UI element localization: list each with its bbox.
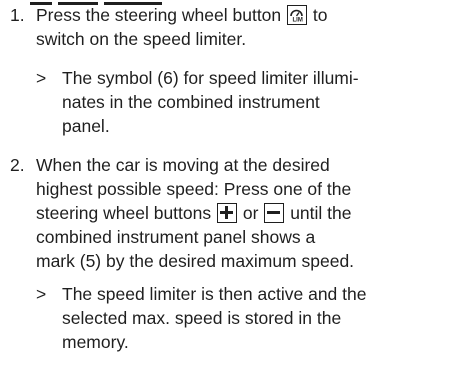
step-text-segment: to xyxy=(312,5,328,25)
step-text-segment: until the xyxy=(290,203,352,223)
svg-text:LIM: LIM xyxy=(293,18,303,24)
step-line: highest possible speed: Press one of the xyxy=(36,179,352,199)
step-line: mark (5) by the desired maximum speed. xyxy=(36,251,355,271)
step-text-segment: or xyxy=(242,203,259,223)
result-line: memory. xyxy=(62,332,129,352)
plus-button-icon xyxy=(217,203,237,223)
step-line: Press the steering wheel button LIM to xyxy=(36,3,436,27)
result-marker: > xyxy=(36,284,47,304)
step-text-segment: steering wheel buttons xyxy=(36,203,212,223)
step-text: Press the steering wheel button LIM to s… xyxy=(36,3,436,51)
step-text: When the car is moving at the desired hi… xyxy=(36,153,436,273)
step-number: 2. xyxy=(10,155,25,175)
step-line: combined instrument panel shows a xyxy=(36,227,316,247)
step-line: When the car is moving at the desired xyxy=(36,155,330,175)
result-text: The symbol (6) for speed limiter illumi-… xyxy=(62,66,442,138)
result-line: nates in the combined instrument xyxy=(62,92,320,112)
minus-button-icon xyxy=(264,203,285,223)
step-number: 1. xyxy=(10,5,25,25)
step-line: switch on the speed limiter. xyxy=(36,29,247,49)
speed-limiter-button-icon: LIM xyxy=(287,5,308,25)
result-line: selected max. speed is stored in the xyxy=(62,308,342,328)
step-text-segment: Press the steering wheel button xyxy=(36,5,282,25)
result-line: The speed limiter is then active and the xyxy=(62,284,367,304)
result-line: panel. xyxy=(62,116,110,136)
result-marker: > xyxy=(36,68,47,88)
result-line: The symbol (6) for speed limiter illumi- xyxy=(62,68,359,88)
step-line: steering wheel buttons or until the xyxy=(36,201,436,225)
result-text: The speed limiter is then active and the… xyxy=(62,282,442,354)
